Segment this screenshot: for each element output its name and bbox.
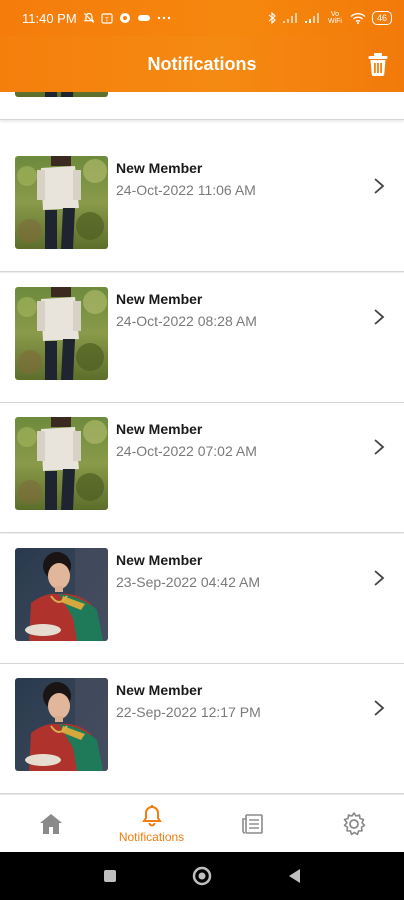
wifi-icon — [350, 12, 366, 24]
mute-bell-icon — [83, 12, 95, 24]
member-photo — [15, 156, 108, 249]
notification-title: New Member — [116, 291, 203, 307]
home-icon — [39, 813, 62, 834]
newspaper-icon — [241, 813, 263, 834]
square-icon — [104, 870, 116, 882]
notification-date: 24-Oct-2022 07:02 AM — [116, 443, 257, 459]
list-item[interactable]: New Member 24-Oct-2022 08:28 AM — [0, 273, 404, 403]
nav-home[interactable] — [0, 795, 101, 852]
app-icon — [119, 12, 131, 24]
chevron-right-icon — [374, 309, 385, 325]
notifications-list[interactable]: New Member 24-Oct-2022 11:06 AM New Memb… — [0, 92, 404, 794]
status-time: 11:40 PM — [22, 10, 77, 26]
member-photo — [15, 678, 108, 771]
signal-2-icon — [304, 12, 320, 24]
notification-title: New Member — [116, 160, 203, 176]
battery-indicator: 46 — [371, 11, 392, 25]
signal-icon — [282, 12, 298, 24]
notification-date: 22-Sep-2022 12:17 PM — [116, 704, 261, 720]
chevron-right-icon — [374, 700, 385, 716]
member-photo — [15, 92, 108, 97]
nav-notifications[interactable]: Notifications — [101, 795, 202, 852]
notification-title: New Member — [116, 552, 203, 568]
list-item[interactable]: New Member 24-Oct-2022 11:06 AM — [0, 142, 404, 272]
nav-settings[interactable] — [303, 795, 404, 852]
list-item[interactable]: New Member 24-Oct-2022 07:02 AM — [0, 403, 404, 533]
notification-date: 24-Oct-2022 08:28 AM — [116, 313, 257, 329]
app-header: Notifications — [0, 36, 404, 92]
back-triangle-icon — [289, 869, 300, 883]
nav-news[interactable] — [202, 795, 303, 852]
notification-title: New Member — [116, 421, 203, 437]
member-photo — [15, 417, 108, 510]
notification-title: New Member — [116, 682, 203, 698]
recents-button[interactable] — [98, 864, 122, 888]
more-dots-icon — [157, 16, 171, 20]
gear-icon — [343, 811, 365, 835]
member-photo — [15, 287, 108, 380]
notification-date: 23-Sep-2022 04:42 AM — [116, 574, 260, 590]
bell-icon — [141, 804, 162, 826]
list-item[interactable]: New Member 23-Sep-2022 04:42 AM — [0, 534, 404, 664]
system-navigation-bar — [0, 852, 404, 900]
notification-date: 24-Oct-2022 11:06 AM — [116, 182, 256, 198]
list-item[interactable]: New Member 22-Sep-2022 12:17 PM — [0, 664, 404, 794]
svg-text:T: T — [105, 18, 109, 24]
page-title: Notifications — [147, 53, 257, 74]
chevron-right-icon — [374, 570, 385, 586]
chevron-right-icon — [374, 178, 385, 194]
vowifi-icon: Vo WiFi — [327, 11, 342, 25]
bottom-navigation: Notifications — [0, 794, 404, 852]
home-system-button[interactable] — [190, 864, 214, 888]
back-button[interactable] — [282, 864, 306, 888]
status-bar: 11:40 PM T Vo WiFi 46 — [0, 0, 404, 36]
calendar-icon: T — [101, 12, 113, 24]
bluetooth-icon — [268, 12, 276, 24]
circle-icon — [192, 866, 212, 886]
member-photo — [15, 548, 108, 641]
trash-icon — [368, 53, 388, 76]
chevron-right-icon — [374, 439, 385, 455]
list-item[interactable] — [0, 92, 404, 120]
game-icon — [137, 13, 151, 23]
delete-all-button[interactable] — [366, 51, 390, 77]
nav-notifications-label: Notifications — [118, 829, 185, 844]
